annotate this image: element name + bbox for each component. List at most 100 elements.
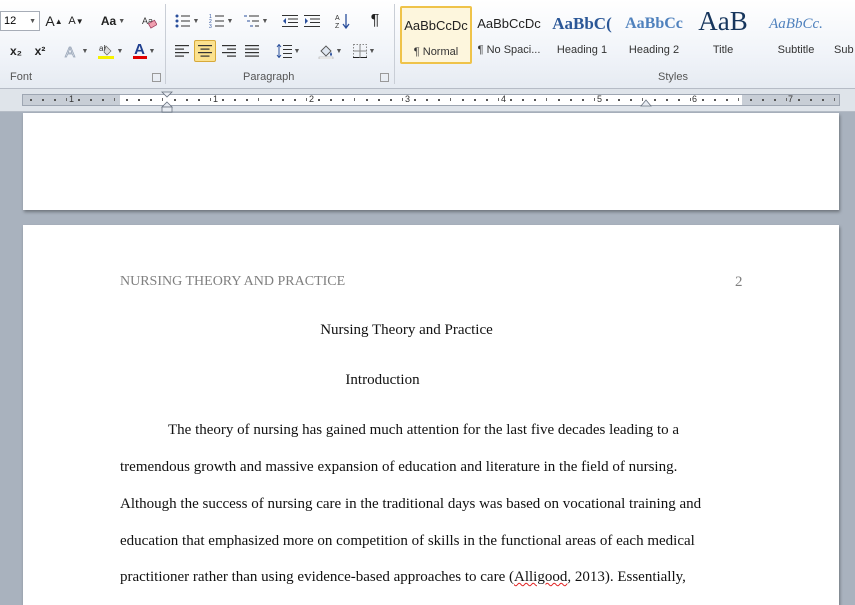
bullets-button[interactable]: ▼: [172, 11, 202, 31]
align-right-icon: [222, 45, 236, 57]
style-name: ¶ Normal: [413, 46, 459, 58]
section-heading: Introduction: [345, 372, 420, 388]
grow-font-icon: A: [45, 13, 55, 29]
highlighter-icon: ab: [97, 44, 114, 59]
ruler-tick: [522, 99, 524, 101]
paragraph-dialog-launcher-icon[interactable]: [380, 73, 389, 82]
change-case-button[interactable]: Aa ▼: [96, 11, 130, 31]
ruler-tick: [210, 98, 211, 101]
ruler-tick: [390, 99, 392, 101]
highlight-button[interactable]: ab ▼: [94, 41, 126, 61]
ruler-tick: [246, 99, 248, 101]
ruler-tick: [66, 98, 67, 101]
document-title: Nursing Theory and Practice: [320, 322, 493, 338]
multilevel-list-icon: [243, 15, 259, 27]
increase-indent-button[interactable]: [302, 11, 322, 31]
document-page-1[interactable]: [23, 113, 839, 210]
spelling-error-word[interactable]: Alligood: [514, 569, 567, 585]
indent-marker-icon[interactable]: [160, 91, 174, 113]
ruler-tick: [186, 99, 188, 101]
clear-formatting-button[interactable]: Aa: [138, 11, 160, 31]
style-name: Sub: [834, 44, 854, 56]
style-subtle-emphasis[interactable]: Sub: [834, 6, 855, 64]
styles-gallery: AaBbCcDc ¶ Normal AaBbCcDc ¶ No Spaci...…: [398, 6, 855, 67]
ruler-tick: [786, 98, 787, 101]
ruler-tick: [294, 99, 296, 101]
shrink-font-button[interactable]: A ▼: [66, 11, 86, 31]
ruler-tick: [606, 99, 608, 101]
bullets-icon: [175, 14, 190, 28]
ruler-tick: [474, 99, 476, 101]
ruler-tick: [630, 99, 632, 101]
style-name: Heading 2: [628, 44, 680, 56]
shading-button[interactable]: ▼: [314, 41, 346, 61]
ruler-tick: [30, 99, 32, 101]
numbering-button[interactable]: 1 2 3 ▼: [205, 11, 237, 31]
align-right-button[interactable]: [219, 41, 239, 61]
ruler-tick: [78, 99, 80, 101]
style-subtitle[interactable]: AaBbCc. Subtitle: [758, 6, 834, 64]
ruler-tick: [834, 98, 835, 101]
ruler-tick: [642, 98, 643, 101]
body-line: Although the success of nursing care in …: [120, 496, 702, 512]
ruler-tick: [102, 99, 104, 101]
font-dialog-launcher-icon[interactable]: [152, 73, 161, 82]
sort-button[interactable]: AZ: [332, 11, 354, 31]
superscript-button[interactable]: x²: [30, 41, 50, 61]
horizontal-ruler[interactable]: 1 1 2 3 4 5 6 7: [0, 89, 855, 113]
borders-button[interactable]: ▼: [348, 41, 380, 61]
line-spacing-button[interactable]: ▼: [272, 41, 304, 61]
style-sample: AaBbCc: [625, 15, 683, 32]
ruler-tick: [558, 99, 560, 101]
svg-text:3: 3: [209, 24, 212, 28]
pilcrow-icon: ¶: [370, 12, 380, 29]
document-page-2[interactable]: NURSING THEORY AND PRACTICE 2 Nursing Th…: [23, 225, 839, 605]
ruler-number: 4: [501, 94, 507, 104]
ruler-tick: [594, 98, 595, 101]
style-normal[interactable]: AaBbCcDc ¶ Normal: [400, 6, 472, 64]
ruler-tick: [366, 99, 368, 101]
ruler-tick: [174, 99, 176, 101]
style-name: Subtitle: [777, 44, 815, 56]
font-color-button[interactable]: A ▼: [128, 41, 160, 61]
chevron-down-icon[interactable]: ▼: [29, 18, 36, 25]
ruler-tick: [498, 98, 499, 101]
ruler-tick: [42, 99, 44, 101]
ruler-tick: [90, 99, 92, 101]
ruler-tick: [150, 99, 152, 101]
style-sample: AaBbCcDc: [477, 16, 541, 31]
style-sample: AaBbC(: [552, 14, 612, 33]
justify-button[interactable]: [242, 41, 262, 61]
subscript-button[interactable]: x₂: [6, 41, 26, 61]
subscript-icon: x₂: [9, 44, 22, 58]
svg-text:Z: Z: [335, 23, 340, 29]
align-center-button[interactable]: [194, 40, 216, 62]
numbering-icon: 123: [209, 14, 224, 28]
ruler-number: 1: [69, 94, 75, 104]
ruler-tick: [774, 99, 776, 101]
font-group-label: Font: [10, 71, 33, 83]
style-sample: AaBbCcDc: [404, 18, 468, 33]
ruler-number: 3: [405, 94, 411, 104]
borders-icon: [352, 44, 367, 58]
ruler-tick: [270, 99, 272, 101]
text-effects-button[interactable]: A ▼: [60, 41, 92, 61]
ruler-tick: [378, 99, 380, 101]
style-title[interactable]: AaB Title: [690, 6, 756, 64]
body-line: tremendous growth and massive expansion …: [120, 459, 678, 475]
font-size-combobox[interactable]: 12 ▼: [0, 11, 40, 31]
style-no-spacing[interactable]: AaBbCcDc ¶ No Spaci...: [472, 6, 546, 64]
font-size-value: 12: [4, 15, 17, 27]
align-left-button[interactable]: [172, 41, 192, 61]
ruler-tick: [822, 99, 824, 101]
ruler-tick: [714, 99, 716, 101]
multilevel-list-button[interactable]: ▼: [240, 11, 272, 31]
show-formatting-button[interactable]: ¶: [364, 11, 386, 31]
style-heading-1[interactable]: AaBbC( Heading 1: [546, 6, 618, 64]
ruler-tick: [666, 99, 668, 101]
ruler-tick: [582, 99, 584, 101]
ruler-tick: [486, 99, 488, 101]
style-heading-2[interactable]: AaBbCc Heading 2: [618, 6, 690, 64]
grow-font-button[interactable]: A ▲: [44, 11, 64, 31]
decrease-indent-button[interactable]: [280, 11, 300, 31]
